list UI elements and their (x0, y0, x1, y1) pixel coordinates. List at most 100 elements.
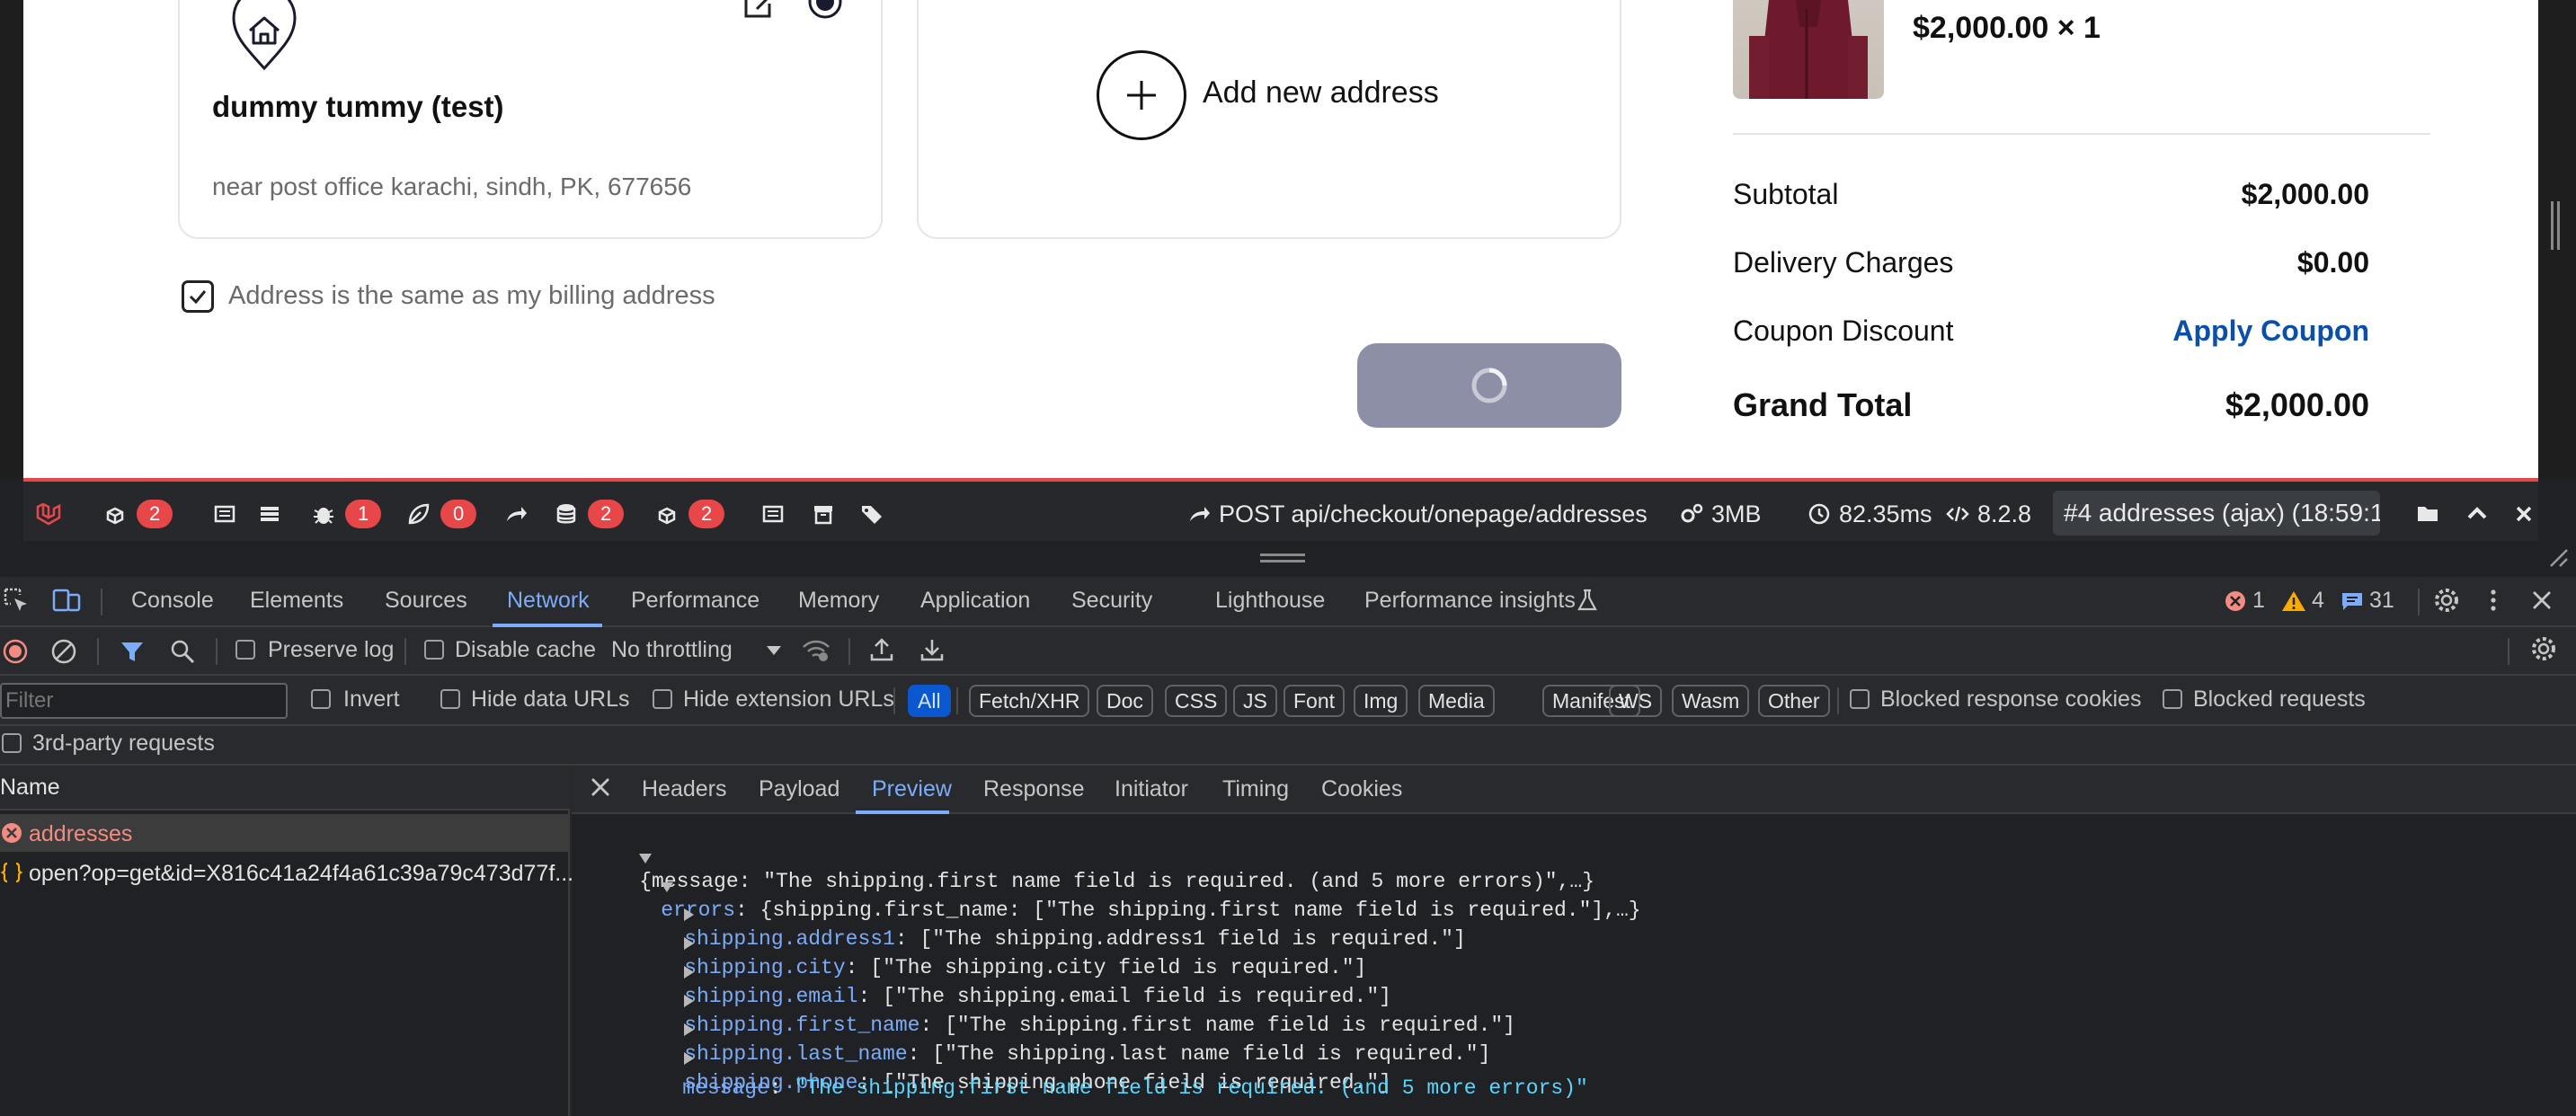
billing-same-label[interactable]: Address is the same as my billing addres… (228, 281, 715, 311)
plus-circle-icon[interactable] (1097, 50, 1186, 140)
message-count[interactable]: 31 (2341, 588, 2394, 614)
request-row[interactable]: addresses (0, 814, 570, 852)
settings-gear-icon[interactable] (2432, 586, 2461, 615)
detail-tab-headers[interactable]: Headers (642, 776, 727, 802)
detail-tab-preview[interactable]: Preview (872, 776, 952, 802)
clear-icon[interactable] (50, 638, 77, 665)
network-conditions-icon[interactable] (800, 636, 832, 663)
type-chip-img[interactable]: Img (1354, 685, 1408, 717)
models-tab[interactable]: 2 (653, 498, 725, 530)
device-toolbar-icon[interactable] (50, 586, 83, 615)
address-select-radio[interactable] (807, 0, 843, 23)
tab-console[interactable]: Console (131, 588, 214, 614)
blocked-cookies-checkbox[interactable] (1850, 689, 1870, 709)
home-location-icon (228, 0, 300, 79)
request-name[interactable]: addresses (29, 821, 132, 847)
billing-same-checkbox[interactable] (182, 280, 214, 313)
third-party-label[interactable]: 3rd-party requests (32, 731, 215, 757)
stop-recording-icon[interactable] (2, 638, 29, 665)
proceed-button[interactable] (1357, 343, 1621, 428)
more-options-icon[interactable] (2483, 586, 2504, 615)
type-chip-media[interactable]: Media (1418, 685, 1495, 717)
detail-tab-initiator[interactable]: Initiator (1115, 776, 1188, 802)
third-party-checkbox[interactable] (2, 733, 22, 753)
blocked-requests-label[interactable]: Blocked requests (2193, 686, 2366, 713)
preserve-log-label[interactable]: Preserve log (268, 637, 394, 663)
route-tab[interactable] (502, 498, 530, 530)
type-chip-wasm[interactable]: Wasm (1672, 685, 1750, 717)
type-chip-all[interactable]: All (908, 685, 951, 717)
resize-corner-icon[interactable] (2544, 543, 2569, 568)
name-column-header[interactable]: Name (0, 775, 60, 801)
preserve-log-checkbox[interactable] (235, 640, 255, 660)
tab-security[interactable]: Security (1071, 588, 1152, 614)
filter-icon[interactable] (119, 638, 146, 665)
apply-coupon-link[interactable]: Apply Coupon (2172, 314, 2369, 348)
export-har-icon[interactable] (919, 636, 946, 663)
type-chip-ws[interactable]: WS (1609, 685, 1663, 717)
detail-tab-timing[interactable]: Timing (1222, 776, 1289, 802)
invert-label[interactable]: Invert (343, 686, 400, 713)
error-count[interactable]: 1 (2224, 588, 2265, 614)
close-devtools-icon[interactable] (2529, 588, 2554, 613)
type-chip-js[interactable]: JS (1233, 685, 1277, 717)
laravel-logo-icon[interactable] (34, 498, 63, 530)
queries-tab[interactable]: 2 (552, 498, 625, 530)
mails-tab[interactable] (759, 498, 787, 530)
request-name[interactable]: open?op=get&id=X816c41a24f4a61c39a79c473… (29, 861, 573, 887)
type-chip-other[interactable]: Other (1758, 685, 1830, 717)
tab-performance-insights[interactable]: Performance insights (1364, 588, 1576, 614)
add-new-address-label[interactable]: Add new address (1203, 75, 1439, 111)
hide-data-urls-checkbox[interactable] (440, 689, 460, 709)
blocked-cookies-label[interactable]: Blocked response cookies (1880, 686, 2141, 713)
close-debugbar-icon[interactable] (2509, 498, 2538, 530)
request-history-select[interactable]: #4 addresses (ajax) (18:59:1 (2053, 491, 2380, 536)
network-settings-gear-icon[interactable] (2529, 634, 2558, 663)
tab-application[interactable]: Application (920, 588, 1030, 614)
filter-input[interactable] (0, 683, 288, 719)
edit-address-icon[interactable] (742, 0, 777, 20)
request-row[interactable]: open?op=get&id=X816c41a24f4a61c39a79c473… (0, 854, 573, 891)
tab-network[interactable]: Network (507, 588, 590, 614)
inspect-element-icon[interactable] (2, 586, 31, 615)
detail-tab-response[interactable]: Response (983, 776, 1085, 802)
timeline-tab[interactable] (255, 498, 284, 530)
search-icon[interactable] (169, 638, 196, 665)
add-new-address-card[interactable] (917, 0, 1621, 239)
type-chip-fetch-xhr[interactable]: Fetch/XHR (969, 685, 1090, 717)
disable-cache-label[interactable]: Disable cache (455, 637, 596, 663)
tab-memory[interactable]: Memory (798, 588, 879, 614)
request-route: POST api/checkout/onepage/addresses (1185, 498, 1648, 530)
hide-data-urls-label[interactable]: Hide data URLs (471, 686, 629, 713)
drag-handle-icon[interactable] (1260, 554, 1305, 562)
type-chip-font[interactable]: Font (1284, 685, 1346, 717)
disable-cache-checkbox[interactable] (424, 640, 444, 660)
request-tab[interactable] (857, 498, 886, 530)
chevron-up-icon[interactable] (2463, 498, 2492, 530)
hide-extension-urls-label[interactable]: Hide extension URLs (683, 686, 894, 713)
exceptions-tab[interactable]: 1 (309, 498, 382, 530)
type-chip-doc[interactable]: Doc (1097, 685, 1153, 717)
tab-elements[interactable]: Elements (250, 588, 343, 614)
open-folder-icon[interactable] (2414, 498, 2443, 530)
cubes-icon (106, 507, 124, 525)
type-chip-css[interactable]: CSS (1165, 685, 1228, 717)
detail-tab-cookies[interactable]: Cookies (1321, 776, 1402, 802)
events-tab[interactable]: 0 (404, 498, 477, 530)
tab-sources[interactable]: Sources (385, 588, 467, 614)
warning-count[interactable]: 4 (2281, 588, 2324, 614)
views-tab[interactable]: 2 (101, 498, 173, 530)
tab-lighthouse[interactable]: Lighthouse (1215, 588, 1325, 614)
tab-performance[interactable]: Performance (631, 588, 759, 614)
invert-checkbox[interactable] (311, 689, 331, 709)
json-message-node[interactable]: message: "The shipping.first name field … (633, 1053, 1588, 1116)
close-detail-icon[interactable] (588, 775, 613, 800)
messages-tab[interactable] (210, 498, 239, 530)
session-tab[interactable] (809, 498, 838, 530)
throttling-select[interactable]: No throttling (611, 637, 783, 663)
page-scrollbar[interactable] (2551, 201, 2560, 250)
blocked-requests-checkbox[interactable] (2163, 689, 2182, 709)
import-har-icon[interactable] (868, 636, 895, 663)
detail-tab-payload[interactable]: Payload (759, 776, 839, 802)
hide-extension-urls-checkbox[interactable] (653, 689, 672, 709)
